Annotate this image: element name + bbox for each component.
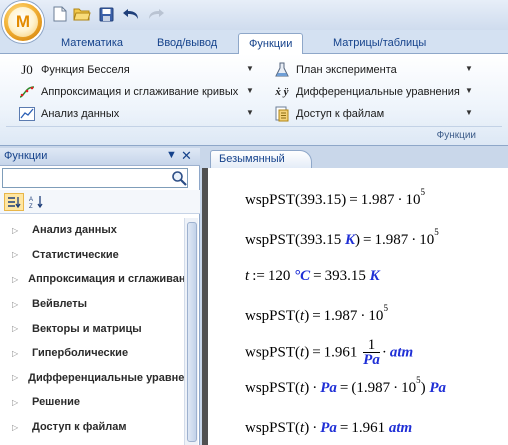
sort-alphabetical-button[interactable]: AZ xyxy=(27,193,47,211)
list-item[interactable]: ▷ Доступ к файлам xyxy=(0,415,184,440)
bessel-dropdown-arrow[interactable]: ▼ xyxy=(246,64,254,73)
save-icon xyxy=(99,7,113,21)
ribbon-tabs: Математика Ввод/вывод Функции Матрицы/та… xyxy=(0,30,508,55)
save-button[interactable] xyxy=(96,4,116,24)
panel-title: Функции xyxy=(4,150,48,162)
experiment-dropdown-arrow[interactable]: ▼ xyxy=(465,64,473,73)
ribbon-panel: J0 Функция Бесселя ▼ Аппроксимация и сгл… xyxy=(0,54,508,146)
tab-functions[interactable]: Функции xyxy=(238,33,304,55)
math-region[interactable]: wspPST(t) · Pa = 1.961 atm xyxy=(245,420,412,437)
list-item[interactable]: ▷ Векторы и матрицы xyxy=(0,316,184,341)
list-item[interactable]: ▷ Анализ данных xyxy=(0,218,184,243)
folder-open-icon xyxy=(73,8,91,21)
open-button[interactable] xyxy=(72,4,92,24)
file-access-button[interactable]: Доступ к файлам xyxy=(273,104,384,124)
list-item[interactable]: ▷ Решение xyxy=(0,390,184,415)
curve-fit-icon xyxy=(18,84,36,100)
fraction: 1 Pa xyxy=(363,337,380,368)
search-icon xyxy=(172,171,187,186)
sort-by-category-button[interactable] xyxy=(4,193,24,211)
flask-icon xyxy=(273,62,291,78)
expand-arrow-icon: ▷ xyxy=(12,299,19,309)
file-access-icon xyxy=(273,106,291,122)
curve-fitting-label: Аппроксимация и сглаживание кривых xyxy=(41,86,239,98)
expand-arrow-icon: ▷ xyxy=(12,348,19,358)
undo-button[interactable] xyxy=(121,4,141,24)
expand-arrow-icon: ▷ xyxy=(12,373,19,383)
undo-icon xyxy=(123,9,138,19)
app-logo: M xyxy=(8,7,38,37)
search-button[interactable] xyxy=(168,168,190,188)
app-menu-button[interactable]: M xyxy=(2,1,44,43)
curve-fitting-button[interactable]: Аппроксимация и сглаживание кривых xyxy=(18,82,238,102)
diff-equations-button[interactable]: ẋ ÿ Дифференциальные уравнения xyxy=(273,82,460,102)
experiment-plan-label: План эксперимента xyxy=(296,64,397,76)
bessel-function-button[interactable]: J0 Функция Бесселя xyxy=(18,60,130,80)
list-sort-icon xyxy=(8,197,21,208)
tab-mathematics[interactable]: Математика xyxy=(51,33,133,54)
expand-arrow-icon: ▷ xyxy=(12,250,19,260)
math-region[interactable]: t := 120 °C = 393.15 K xyxy=(245,268,380,285)
list-item[interactable]: ▷Аппроксимация и сглаживание кривых xyxy=(0,267,184,292)
tab-untitled-document[interactable]: Безымянный xyxy=(210,150,312,168)
functions-panel: Функции ▼ ✕ AZ ▷ Анализ данных ▷ Статистич… xyxy=(0,148,200,445)
expand-arrow-icon: ▷ xyxy=(12,225,19,235)
bessel-function-label: Функция Бесселя xyxy=(41,64,130,76)
math-region[interactable]: wspPST(393.15) = 1.987 · 105 xyxy=(245,187,425,209)
xdot-icon: ẋ ÿ xyxy=(275,86,289,98)
list-item[interactable]: ▷Дифференциальные уравнения xyxy=(0,366,184,391)
tab-matrices-tables[interactable]: Матрицы/таблицы xyxy=(323,33,436,54)
list-item[interactable]: ▷ Статистические xyxy=(0,243,184,268)
bessel-J0-icon: J0 xyxy=(21,62,33,77)
data-analysis-label: Анализ данных xyxy=(41,108,120,120)
chart-icon xyxy=(18,106,36,122)
panel-menu-dropdown[interactable]: ▼ xyxy=(166,149,177,161)
curve-fit-dropdown-arrow[interactable]: ▼ xyxy=(246,86,254,95)
scrollbar-thumb[interactable] xyxy=(187,222,197,442)
math-region[interactable]: wspPST(t) = 1.961 1 Pa · atm xyxy=(245,338,413,368)
expand-arrow-icon: ▷ xyxy=(12,397,19,407)
expand-arrow-icon: ▷ xyxy=(12,324,19,334)
data-analysis-dropdown-arrow[interactable]: ▼ xyxy=(246,108,254,117)
worksheet[interactable]: wspPST(393.15) = 1.987 · 105 wspPST(393.… xyxy=(208,168,508,445)
diff-eq-dropdown-arrow[interactable]: ▼ xyxy=(465,86,473,95)
new-file-icon xyxy=(53,6,67,22)
file-access-label: Доступ к файлам xyxy=(296,108,385,120)
ribbon-group-label: Функции xyxy=(436,130,476,141)
svg-text:A: A xyxy=(29,197,33,203)
expand-arrow-icon: ▷ xyxy=(12,274,19,284)
data-analysis-button[interactable]: Анализ данных xyxy=(18,104,119,124)
panel-close-icon[interactable]: ✕ xyxy=(181,148,192,164)
expand-arrow-icon: ▷ xyxy=(12,422,19,432)
math-region[interactable]: wspPST(t) · Pa = (1.987 · 105) Pa xyxy=(245,375,446,397)
document-tabbar: Безымянный xyxy=(202,148,508,168)
functions-list: ▷ Анализ данных ▷ Статистические ▷ Аппрокси… xyxy=(0,218,184,439)
quick-access-toolbar: M xyxy=(0,0,508,43)
new-document-button[interactable] xyxy=(50,4,70,24)
math-region[interactable]: wspPST(393.15 K) = 1.987 · 105 xyxy=(245,227,439,249)
svg-text:Z: Z xyxy=(29,204,33,209)
alpha-sort-icon: AZ xyxy=(29,196,43,209)
redo-icon xyxy=(149,9,164,19)
ribbon-group-divider xyxy=(6,126,502,127)
file-access-dropdown-arrow[interactable]: ▼ xyxy=(465,108,473,117)
panel-scrollbar[interactable] xyxy=(184,218,198,445)
sort-toolbar: AZ xyxy=(0,190,200,214)
experiment-plan-button[interactable]: План эксперимента xyxy=(273,60,397,80)
panel-header: Функции ▼ ✕ xyxy=(0,148,200,166)
math-region[interactable]: wspPST(t) = 1.987 · 105 xyxy=(245,303,388,325)
diff-equations-label: Дифференциальные уравнения xyxy=(296,86,460,98)
redo-button[interactable] xyxy=(146,4,166,24)
list-item[interactable]: ▷ Вейвлеты xyxy=(0,292,184,317)
function-search-input[interactable] xyxy=(2,168,188,188)
tab-input-output[interactable]: Ввод/вывод xyxy=(147,33,227,54)
list-item[interactable]: ▷ Гиперболические xyxy=(0,341,184,366)
